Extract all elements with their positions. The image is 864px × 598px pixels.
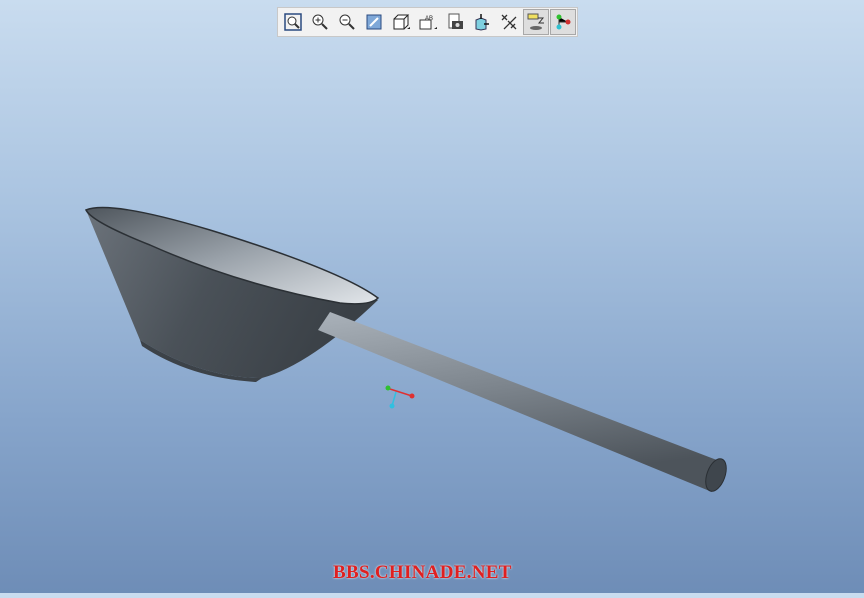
zoom-in-icon xyxy=(312,14,328,30)
view-manager-button[interactable] xyxy=(442,9,468,35)
csys-display-button[interactable] xyxy=(549,9,576,35)
graphics-viewport[interactable] xyxy=(0,0,864,593)
spin-center-button[interactable] xyxy=(469,9,495,35)
watermark: BBS.CHINADE.NET xyxy=(333,562,512,583)
csys-display-icon xyxy=(556,14,570,30)
saved-orientations-button[interactable]: AB xyxy=(415,9,441,35)
datum-display-icon xyxy=(501,14,516,30)
repaint-icon xyxy=(366,14,381,30)
annotation-display-button[interactable] xyxy=(522,9,549,35)
display-style-button[interactable] xyxy=(388,9,414,35)
view-toolbar: AB xyxy=(277,7,578,37)
zoom-out-icon xyxy=(339,14,355,30)
refit-button[interactable] xyxy=(280,9,306,35)
svg-text:AB: AB xyxy=(425,16,433,22)
annotation-display-icon xyxy=(527,13,544,30)
datum-display-button[interactable] xyxy=(496,9,522,35)
zoom-out-button[interactable] xyxy=(334,9,360,35)
zoom-in-button[interactable] xyxy=(307,9,333,35)
view-manager-icon xyxy=(448,13,463,29)
refit-icon xyxy=(283,13,302,31)
display-style-icon xyxy=(393,14,410,30)
repaint-button[interactable] xyxy=(361,9,387,35)
coordinate-system-icon xyxy=(385,385,415,409)
ladle-model xyxy=(84,206,727,492)
saved-views-icon: AB xyxy=(419,16,437,30)
handle xyxy=(318,312,722,492)
spin-center-icon xyxy=(475,14,489,31)
